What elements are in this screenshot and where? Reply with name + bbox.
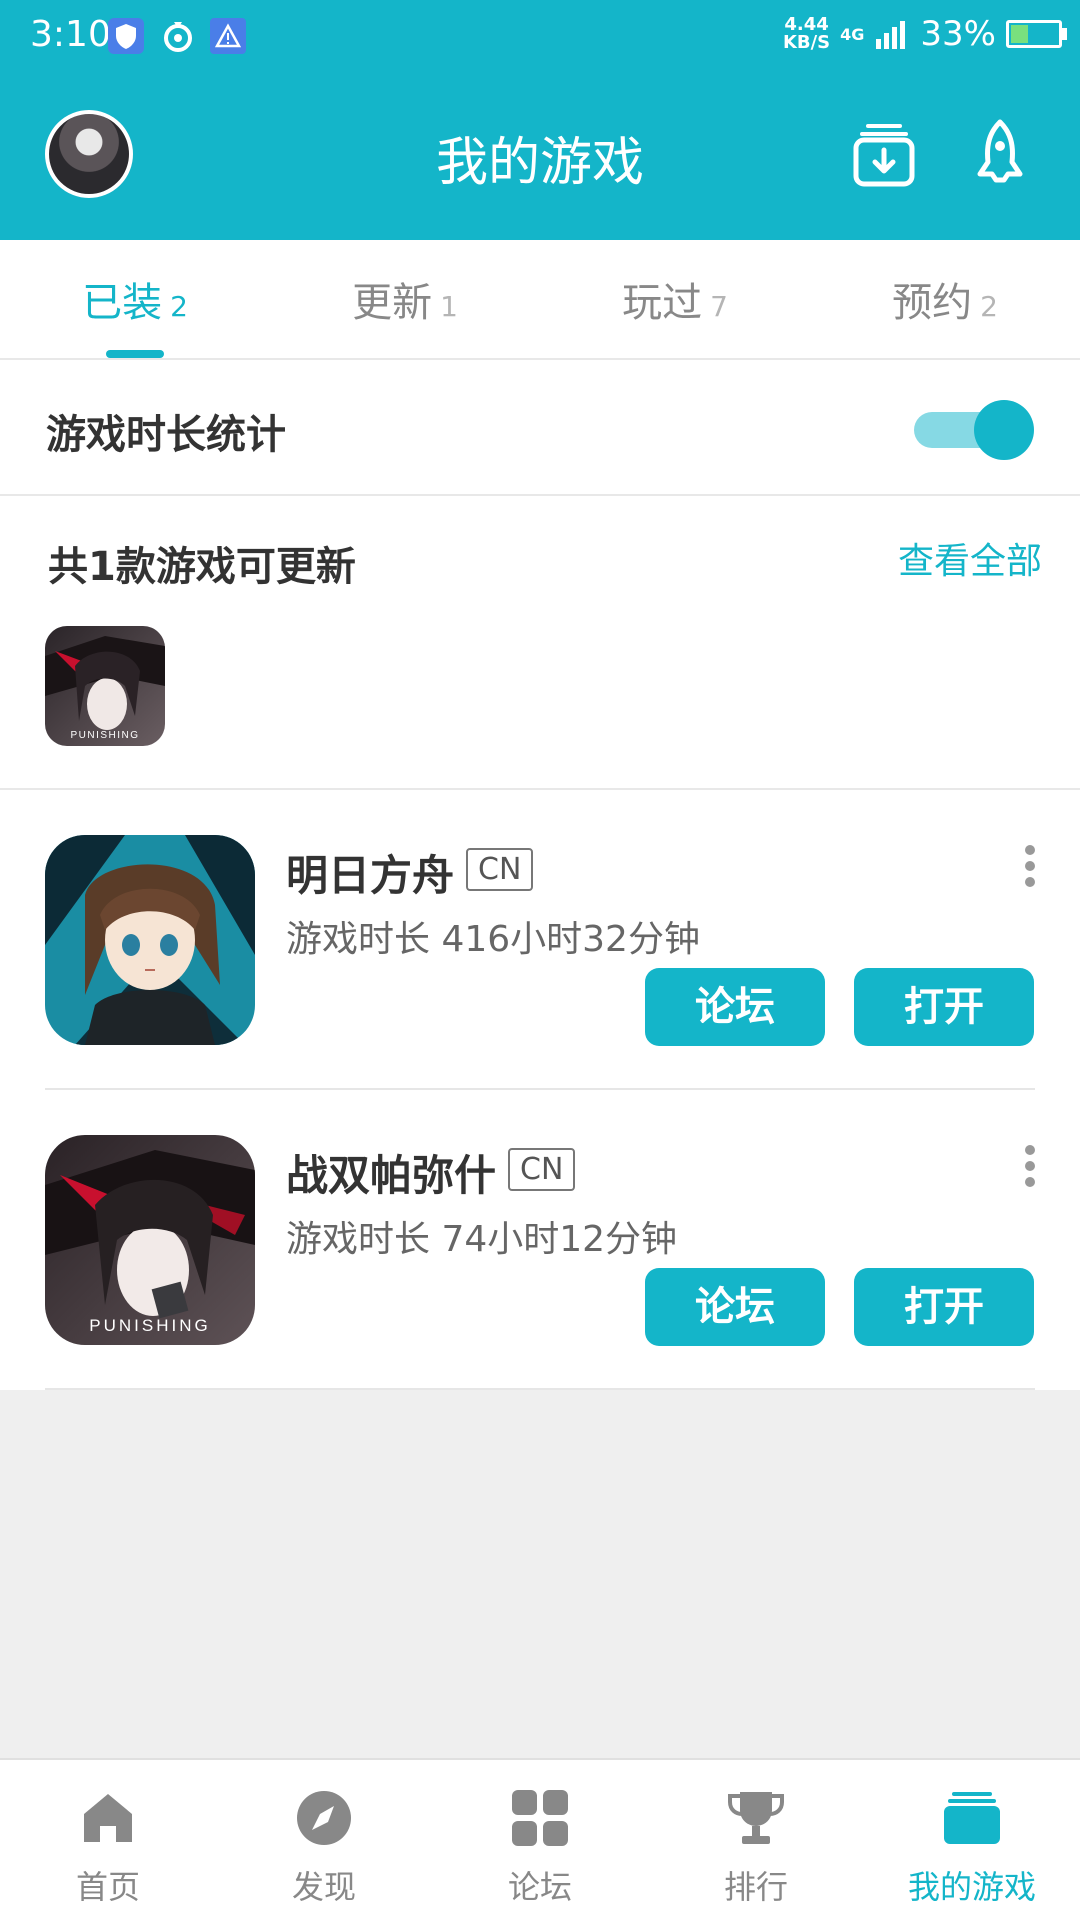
game-icon[interactable] [45,835,255,1045]
tab-label: 更新 [352,280,433,326]
nav-label: 排行 [723,1868,788,1906]
status-time: 3:10 [30,14,111,55]
nav-label: 我的游戏 [907,1868,1036,1906]
tab-played[interactable]: 玩过 7 [540,270,810,328]
shield-icon [108,18,144,54]
tab-installed[interactable]: 已装 2 [0,270,270,328]
tab-bar: 已装 2 更新 1 玩过 7 预约 2 [0,240,1080,360]
top-bar: 3:10 4.44 KB/S 4G 33% 我的游戏 [0,0,1080,240]
rocket-icon[interactable] [964,118,1036,190]
download-manager-icon[interactable] [848,118,920,190]
nav-ranking[interactable]: 排行 [648,1760,864,1922]
nav-label: 发现 [291,1868,356,1906]
game-card: PUNISHING 战双帕弥什 CN 游戏时长 74小时12分钟 论坛 打开 [0,1090,1080,1390]
region-badge: CN [508,1148,576,1191]
updates-section: 共1款游戏可更新 查看全部 PUNISHING [0,496,1080,790]
battery-icon [1006,20,1067,48]
battery-percent: 33% [920,14,996,54]
warning-icon [210,18,246,54]
signal-icon [876,21,906,49]
open-button[interactable]: 打开 [854,968,1034,1046]
tab-count: 2 [170,290,188,323]
nav-my-games[interactable]: 我的游戏 [864,1760,1080,1922]
punishing-art-icon: PUNISHING [45,626,165,746]
divider [45,1388,1035,1390]
arknights-art-icon [45,835,255,1045]
tab-indicator [106,350,164,358]
nav-forum[interactable]: 论坛 [432,1760,648,1922]
update-icon-caption: PUNISHING [70,730,139,741]
game-name: 战双帕弥什 [286,1151,497,1200]
game-card: 明日方舟 CN 游戏时长 416小时32分钟 论坛 打开 [0,790,1080,1090]
playtime-stats-row: 游戏时长统计 [0,360,1080,496]
network-speed: 4.44 KB/S [783,16,830,52]
grid-icon [512,1790,568,1846]
playtime-stats-toggle[interactable] [914,400,1034,460]
updates-title: 共1款游戏可更新 [48,544,356,590]
netease-icon [164,22,192,52]
compass-icon [297,1791,351,1845]
speed-unit: KB/S [782,32,831,53]
nav-home[interactable]: 首页 [0,1760,216,1922]
tab-label: 玩过 [622,280,703,326]
home-icon [84,1794,132,1842]
forum-button[interactable]: 论坛 [645,1268,825,1346]
header: 我的游戏 [0,80,1080,240]
open-button[interactable]: 打开 [854,1268,1034,1346]
region-badge: CN [466,848,534,891]
nav-label: 论坛 [507,1868,572,1906]
update-game-icon[interactable]: PUNISHING [45,626,165,746]
installed-games-list: 明日方舟 CN 游戏时长 416小时32分钟 论坛 打开 PUNISHING 战… [0,790,1080,1390]
nav-label: 首页 [75,1868,140,1906]
network-type: 4G [840,24,865,44]
game-playtime: 游戏时长 416小时32分钟 [286,919,700,960]
more-options-icon[interactable] [1024,1145,1036,1189]
forum-button[interactable]: 论坛 [645,968,825,1046]
view-all-link[interactable]: 查看全部 [898,532,1042,584]
tab-count: 2 [980,290,998,323]
tab-updates[interactable]: 更新 1 [270,270,540,328]
tab-reserved[interactable]: 预约 2 [810,270,1080,328]
game-icon[interactable]: PUNISHING [45,1135,255,1345]
tab-label: 已装 [82,280,163,326]
stats-label: 游戏时长统计 [46,412,286,458]
status-bar: 3:10 4.44 KB/S 4G 33% [0,0,1080,80]
game-playtime: 游戏时长 74小时12分钟 [286,1219,678,1260]
toggle-knob [974,400,1034,460]
status-right: 4.44 KB/S 4G 33% [783,14,1067,54]
trophy-icon [728,1792,784,1844]
tab-count: 1 [440,290,458,323]
my-games-icon [944,1792,1000,1844]
more-options-icon[interactable] [1024,845,1036,889]
tab-count: 7 [710,290,728,323]
nav-discover[interactable]: 发现 [216,1760,432,1922]
bottom-nav: 首页 发现 论坛 排行 我的游戏 [0,1758,1080,1922]
game-icon-caption: PUNISHING [89,1316,210,1335]
tab-label: 预约 [892,280,973,326]
game-name: 明日方舟 [286,851,455,900]
punishing-art-icon: PUNISHING [45,1135,255,1345]
